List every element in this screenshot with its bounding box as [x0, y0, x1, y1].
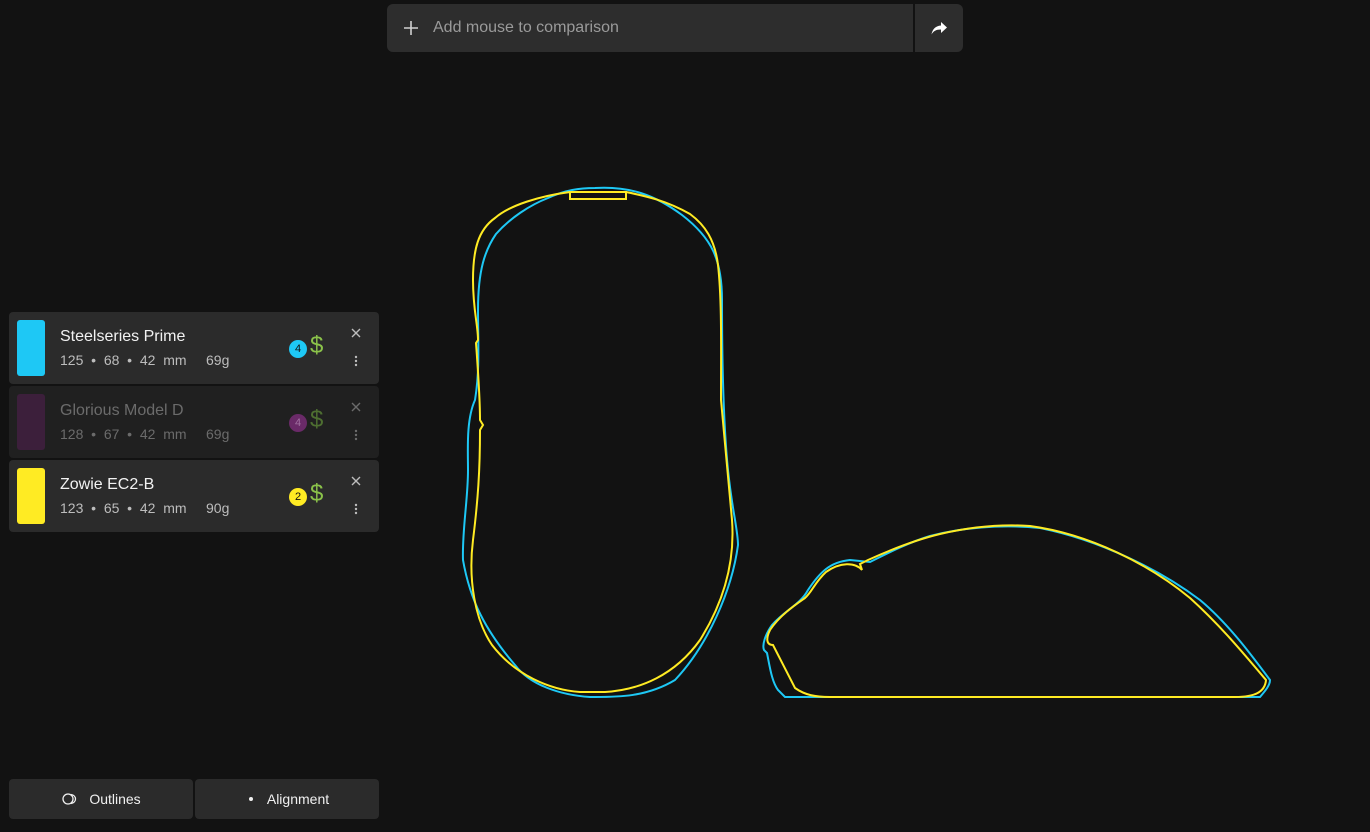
alignment-label: Alignment — [266, 791, 330, 807]
mouse-name: Zowie EC2-B — [60, 476, 155, 493]
top-bar: Add mouse to comparison — [387, 4, 963, 52]
share-button[interactable] — [915, 4, 963, 52]
weight-value: 90g — [206, 500, 230, 516]
count-badge: 2 — [289, 488, 307, 506]
count-badge: 4 — [289, 414, 307, 432]
length-value: 123 — [60, 500, 84, 516]
unit-label: mm — [163, 426, 187, 442]
length-value: 128 — [60, 426, 84, 442]
add-mouse-search[interactable]: Add mouse to comparison — [387, 4, 913, 52]
top-outline-steelseries — [461, 186, 740, 699]
mouse-card[interactable]: Steelseries Prime 125 • 68 • 42 mm 69g 4… — [9, 312, 379, 384]
height-value: 42 — [139, 500, 156, 516]
mouse-name: Steelseries Prime — [60, 328, 186, 345]
width-value: 67 — [103, 426, 120, 442]
mouse-specs: 123 • 65 • 42 mm 90g — [60, 500, 230, 516]
weight-value: 69g — [206, 426, 230, 442]
mouse-name: Glorious Model D — [60, 402, 184, 419]
unit-label: mm — [163, 500, 187, 516]
height-value: 42 — [139, 426, 156, 442]
top-outline-zowie — [470, 191, 734, 693]
unit-label: mm — [163, 352, 187, 368]
more-options-icon[interactable] — [351, 428, 361, 442]
plus-icon — [404, 21, 418, 35]
color-swatch[interactable] — [17, 394, 45, 450]
count-badge: 4 — [289, 340, 307, 358]
height-value: 42 — [139, 352, 156, 368]
price-icon: $ — [310, 480, 324, 507]
price-icon: $ — [310, 406, 324, 433]
alignment-dot-icon — [245, 793, 257, 805]
alignment-button[interactable]: Alignment — [195, 779, 379, 819]
price-icon: $ — [310, 332, 324, 359]
color-swatch[interactable] — [17, 320, 45, 376]
side-outline-steelseries — [762, 525, 1272, 698]
add-mouse-placeholder: Add mouse to comparison — [433, 19, 619, 36]
shape-comparison-canvas — [461, 186, 1272, 699]
weight-value: 69g — [206, 352, 230, 368]
mouse-card[interactable]: Zowie EC2-B 123 • 65 • 42 mm 90g 2 $ — [9, 460, 379, 532]
share-icon — [931, 22, 947, 35]
outlines-label: Outlines — [89, 791, 141, 807]
outlines-button[interactable]: Outlines — [9, 779, 193, 819]
color-swatch[interactable] — [17, 468, 45, 524]
close-icon[interactable] — [349, 474, 363, 488]
mouse-list: Steelseries Prime 125 • 68 • 42 mm 69g 4… — [9, 312, 379, 534]
more-options-icon[interactable] — [351, 502, 361, 516]
close-icon[interactable] — [349, 400, 363, 414]
width-value: 68 — [103, 352, 120, 368]
top-view — [461, 186, 740, 699]
mouse-specs: 128 • 67 • 42 mm 69g — [60, 426, 230, 442]
outlines-icon — [61, 792, 79, 806]
side-outline-zowie — [766, 524, 1268, 698]
length-value: 125 — [60, 352, 84, 368]
width-value: 65 — [103, 500, 120, 516]
mouse-specs: 125 • 68 • 42 mm 69g — [60, 352, 230, 368]
more-options-icon[interactable] — [351, 354, 361, 368]
side-view — [762, 524, 1272, 698]
mouse-card[interactable]: Glorious Model D 128 • 67 • 42 mm 69g 4 … — [9, 386, 379, 458]
view-controls: Outlines Alignment — [9, 779, 379, 819]
close-icon[interactable] — [349, 326, 363, 340]
